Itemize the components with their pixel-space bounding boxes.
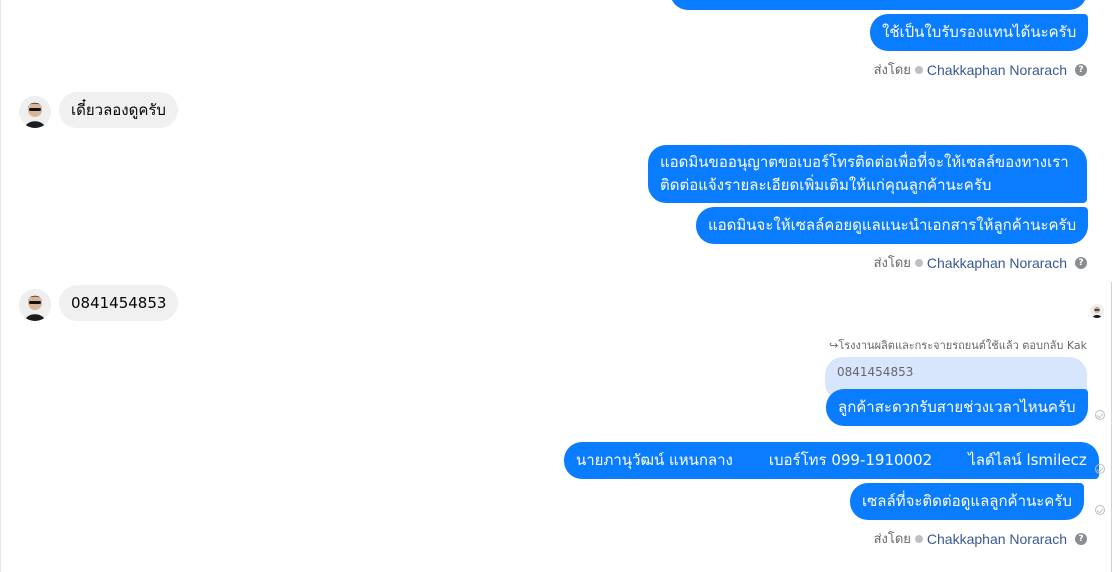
scrollbar-track[interactable] xyxy=(1111,282,1112,572)
sent-by-info: ส่งโดย Chakkaphan Norarach ? xyxy=(874,252,1087,273)
sent-by-label: ส่งโดย xyxy=(873,63,911,78)
help-icon[interactable]: ? xyxy=(1075,256,1087,269)
incoming-message-bubble[interactable]: เดี๋ยวลองดูครับ xyxy=(59,92,178,128)
reply-context: ↪โรงงานผลิตและกระจายรถยนต์ใช้แล้ว ตอบกลั… xyxy=(829,336,1087,354)
verified-icon xyxy=(914,534,923,543)
message-text-name: นายภานุวัฒน์ แหนกลาง xyxy=(576,451,733,469)
sent-by-info: ส่งโดย Chakkaphan Norarach ? xyxy=(874,59,1087,80)
message-text: 0841454853 xyxy=(71,294,167,312)
message-text-line: แอดมินขออนุญาตขอเบอร์โทรติดต่อเพื่อที่จะ… xyxy=(660,153,1069,171)
message-bubble[interactable]: แอดมินจะให้เซลล์คอยดูแลแนะนำเอกสารให้ลูก… xyxy=(696,207,1089,244)
read-receipt-avatar xyxy=(1090,304,1104,318)
avatar-image xyxy=(1090,304,1104,318)
sent-by-label: ส่งโดย xyxy=(873,532,911,547)
delivered-check-icon xyxy=(1095,505,1105,515)
reply-context-text: โรงงานผลิตและกระจายรถยนต์ใช้แล้ว ตอบกลับ… xyxy=(838,339,1087,352)
message-text: เดี๋ยวลองดูครับ xyxy=(71,101,166,119)
message-text-line: ติดต่อแจ้งรายละเอียดเพิ่มเติมให้แก่คุณลู… xyxy=(660,176,992,194)
delivered-check-icon xyxy=(1095,464,1105,474)
delivered-check-icon xyxy=(1095,410,1105,420)
help-icon[interactable]: ? xyxy=(1075,532,1087,545)
avatar-image xyxy=(19,96,51,128)
sent-by-label: ส่งโดย xyxy=(873,256,911,271)
quoted-text: 0841454853 xyxy=(837,365,914,379)
left-divider xyxy=(0,0,1,572)
incoming-message-bubble[interactable]: 0841454853 xyxy=(59,285,179,321)
avatar-image xyxy=(19,289,51,321)
message-bubble[interactable]: นายภานุวัฒน์ แหนกลาง เบอร์โทร 099-1910002… xyxy=(564,442,1099,479)
message-text: ใช้เป็นใบรับรองแทนได้นะครับ xyxy=(882,23,1077,41)
message-bubble[interactable]: แอดมินขออนุญาตขอเบอร์โทรติดต่อเพื่อที่จะ… xyxy=(648,145,1087,203)
message-text-phone: เบอร์โทร 099-1910002 xyxy=(768,451,933,469)
sender-name-link[interactable]: Chakkaphan Norarach xyxy=(927,62,1067,78)
message-text-line-id: ไลด์ไลน์ lsmilecz xyxy=(968,451,1087,469)
message-bubble[interactable]: ใช้เป็นใบรับรองแทนได้นะครับ xyxy=(870,14,1089,51)
verified-icon xyxy=(914,258,923,267)
message-text: ลูกค้าสะดวกรับสายช่วงเวลาไหนครับ xyxy=(838,398,1076,416)
sent-by-info: ส่งโดย Chakkaphan Norarach ? xyxy=(874,528,1087,549)
avatar[interactable] xyxy=(19,289,51,321)
sender-name-link[interactable]: Chakkaphan Norarach xyxy=(927,531,1067,547)
message-bubble[interactable]: เซลล์ที่จะติดต่อดูแลลูกค้านะครับ xyxy=(850,483,1084,520)
message-text: แอดมินจะให้เซลล์คอยดูแลแนะนำเอกสารให้ลูก… xyxy=(708,216,1077,234)
message-bubble-clipped[interactable] xyxy=(670,0,1087,10)
avatar[interactable] xyxy=(19,96,51,128)
help-icon[interactable]: ? xyxy=(1075,63,1087,76)
verified-icon xyxy=(914,65,923,74)
sender-name-link[interactable]: Chakkaphan Norarach xyxy=(927,255,1067,271)
message-text: เซลล์ที่จะติดต่อดูแลลูกค้านะครับ xyxy=(862,492,1072,510)
reply-arrow-icon: ↪ xyxy=(829,339,839,352)
message-bubble[interactable]: ลูกค้าสะดวกรับสายช่วงเวลาไหนครับ xyxy=(826,389,1088,426)
